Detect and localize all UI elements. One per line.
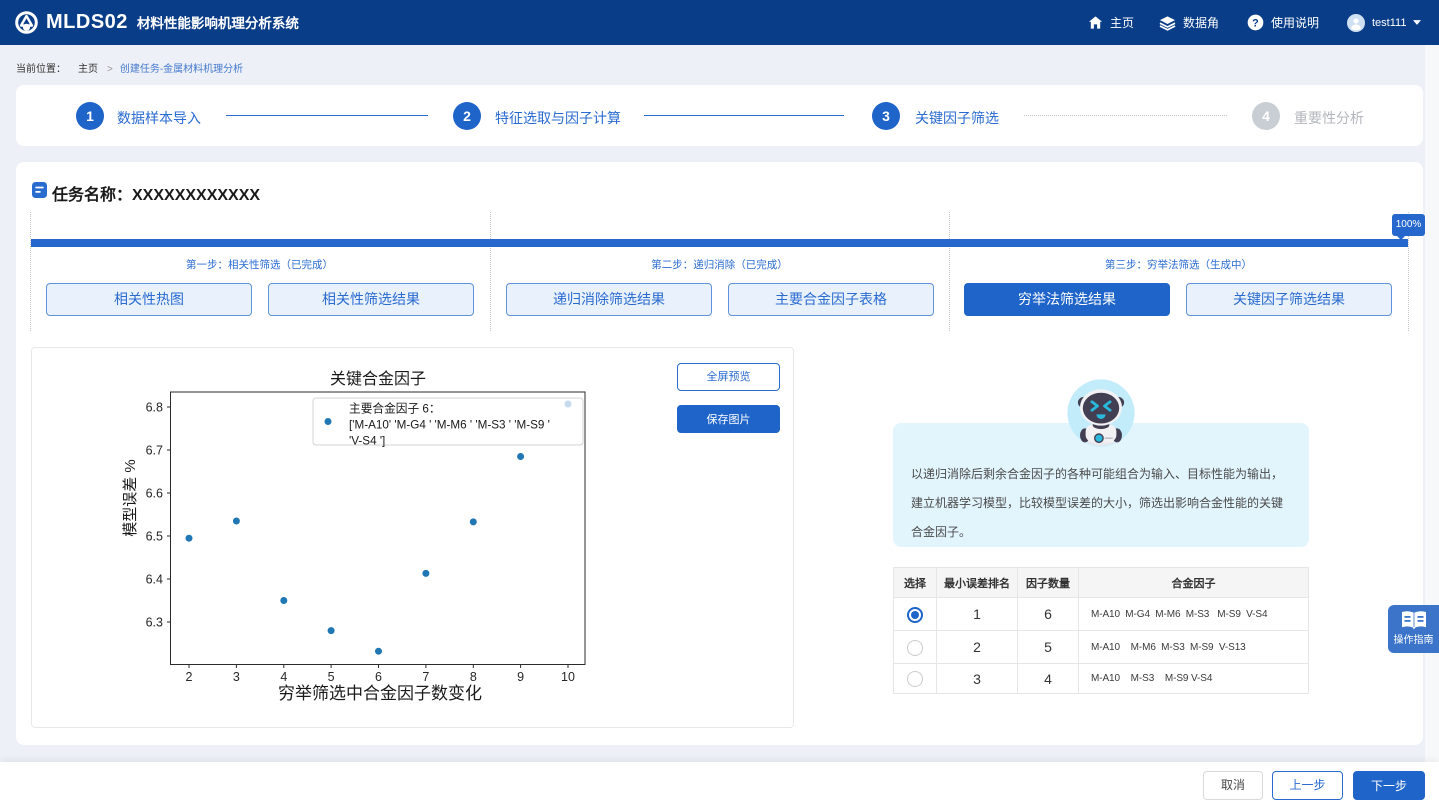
svg-text:10: 10: [561, 670, 575, 684]
svg-text:?: ?: [1252, 17, 1259, 29]
svg-text:穷举筛选中合金因子数变化: 穷举筛选中合金因子数变化: [278, 684, 482, 703]
svg-text:6.6: 6.6: [146, 487, 163, 501]
svg-text:主要合金因子 6：: 主要合金因子 6：: [349, 402, 441, 416]
svg-text:模型误差 %: 模型误差 %: [122, 459, 139, 537]
svg-text:2: 2: [186, 670, 193, 684]
svg-text:9: 9: [517, 670, 524, 684]
svg-text:7: 7: [422, 670, 429, 684]
svg-text:6.8: 6.8: [146, 401, 163, 415]
svg-text:5: 5: [328, 670, 335, 684]
svg-text:6.3: 6.3: [146, 616, 163, 630]
svg-text:6.4: 6.4: [146, 573, 163, 587]
svg-text:6: 6: [375, 670, 382, 684]
svg-text:'V-S4 ']: 'V-S4 ']: [349, 435, 385, 448]
svg-text:3: 3: [233, 670, 240, 684]
svg-text:8: 8: [470, 670, 477, 684]
svg-text:6.5: 6.5: [146, 530, 163, 544]
svg-text:关键合金因子: 关键合金因子: [330, 370, 426, 388]
svg-text:4: 4: [280, 670, 287, 684]
svg-text:6.7: 6.7: [146, 444, 163, 458]
svg-text:['M-A10' 'M-G4 ' 'M-M6 ' 'M-S3: ['M-A10' 'M-G4 ' 'M-M6 ' 'M-S3 ' 'M-S9 ': [349, 419, 550, 432]
